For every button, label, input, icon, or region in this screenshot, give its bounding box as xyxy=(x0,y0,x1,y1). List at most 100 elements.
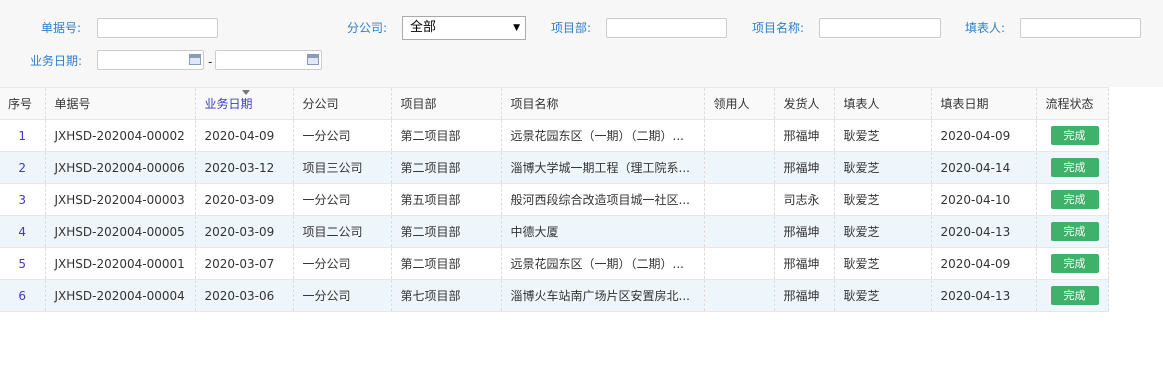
row-project-name: 淄博大学城一期工程（理工院系... xyxy=(501,151,705,184)
col-header-business-date[interactable]: 业务日期 xyxy=(195,87,294,120)
row-branch: 一分公司 xyxy=(293,119,392,152)
row-fill-date: 2020-04-10 xyxy=(931,183,1037,216)
row-fill-date: 2020-04-13 xyxy=(931,279,1037,312)
table-row[interactable]: 5 JXHSD-202004-00001 2020-03-07 一分公司 第二项目部 远景… xyxy=(0,247,1109,280)
doc-no-input[interactable] xyxy=(97,18,218,38)
table-row[interactable]: 3 JXHSD-202004-00003 2020-03-09 一分公司 第五项目部 般河… xyxy=(0,183,1109,216)
row-status-cell: 完成 xyxy=(1036,215,1109,248)
col-header-shipper[interactable]: 发货人 xyxy=(774,87,835,120)
row-index[interactable]: 4 xyxy=(0,215,46,248)
row-project-name: 淄博火车站南广场片区安置房北... xyxy=(501,279,705,312)
row-shipper: 邢福坤 xyxy=(774,151,835,184)
row-receiver xyxy=(704,279,775,312)
doc-no-label: 单据号: xyxy=(41,21,82,35)
row-business-date: 2020-03-12 xyxy=(195,151,294,184)
col-header-branch[interactable]: 分公司 xyxy=(293,87,392,120)
row-receiver xyxy=(704,183,775,216)
row-filler: 耿爱芝 xyxy=(834,183,932,216)
table-row[interactable]: 6 JXHSD-202004-00004 2020-03-06 一分公司 第七项目部 淄博… xyxy=(0,279,1109,312)
filler-input[interactable] xyxy=(1020,18,1141,38)
row-branch: 项目三公司 xyxy=(293,151,392,184)
row-status-cell: 完成 xyxy=(1036,151,1109,184)
row-dept: 第五项目部 xyxy=(391,183,502,216)
data-table: 序号 单据号 业务日期 分公司 项目部 项目名称 领用人 发货人 填表人 填表日… xyxy=(0,87,1109,312)
row-index[interactable]: 6 xyxy=(0,279,46,312)
row-business-date: 2020-03-06 xyxy=(195,279,294,312)
row-doc-no: JXHSD-202004-00003 xyxy=(45,183,196,216)
row-receiver xyxy=(704,247,775,280)
row-dept: 第二项目部 xyxy=(391,151,502,184)
row-index[interactable]: 2 xyxy=(0,151,46,184)
row-shipper: 邢福坤 xyxy=(774,247,835,280)
row-doc-no: JXHSD-202004-00002 xyxy=(45,119,196,152)
row-status-cell: 完成 xyxy=(1036,247,1109,280)
row-fill-date: 2020-04-13 xyxy=(931,215,1037,248)
calendar-icon[interactable] xyxy=(189,54,201,65)
table-row[interactable]: 4 JXHSD-202004-00005 2020-03-09 项目二公司 第二项目部中… xyxy=(0,215,1109,248)
col-header-dept[interactable]: 项目部 xyxy=(391,87,502,120)
col-header-status[interactable]: 流程状态 xyxy=(1036,87,1109,120)
row-dept: 第二项目部 xyxy=(391,215,502,248)
status-badge[interactable]: 完成 xyxy=(1050,126,1099,145)
row-index[interactable]: 1 xyxy=(0,119,46,152)
row-fill-date: 2020-04-09 xyxy=(931,119,1037,152)
business-date-label: 业务日期: xyxy=(30,54,83,68)
row-receiver xyxy=(704,151,775,184)
row-project-name: 般河西段综合改造项目城一社区... xyxy=(501,183,705,216)
row-project-name: 中德大厦 xyxy=(501,215,705,248)
branch-select[interactable]: 全部 ▼ xyxy=(402,16,526,40)
table-row[interactable]: 2 JXHSD-202004-00006 2020-03-12 项目三公司 第二项目部淄… xyxy=(0,151,1109,184)
row-doc-no: JXHSD-202004-00006 xyxy=(45,151,196,184)
row-project-name: 远景花园东区（一期）（二期）... xyxy=(501,119,705,152)
row-fill-date: 2020-04-09 xyxy=(931,247,1037,280)
row-doc-no: JXHSD-202004-00001 xyxy=(45,247,196,280)
col-header-project-name[interactable]: 项目名称 xyxy=(501,87,705,120)
dept-input[interactable] xyxy=(606,18,727,38)
calendar-icon[interactable] xyxy=(307,54,319,65)
col-header-doc-no[interactable]: 单据号 xyxy=(45,87,196,120)
row-shipper: 邢福坤 xyxy=(774,215,835,248)
row-receiver xyxy=(704,215,775,248)
date-to-input[interactable] xyxy=(215,50,322,70)
row-branch: 项目二公司 xyxy=(293,215,392,248)
col-header-index[interactable]: 序号 xyxy=(0,87,46,120)
project-name-input[interactable] xyxy=(819,18,941,38)
col-header-receiver[interactable]: 领用人 xyxy=(704,87,775,120)
row-branch: 一分公司 xyxy=(293,247,392,280)
dropdown-arrow-icon: ▼ xyxy=(513,23,520,33)
row-business-date: 2020-03-09 xyxy=(195,215,294,248)
row-branch: 一分公司 xyxy=(293,183,392,216)
row-status-cell: 完成 xyxy=(1036,119,1109,152)
status-badge[interactable]: 完成 xyxy=(1050,190,1099,209)
row-filler: 耿爱芝 xyxy=(834,215,932,248)
col-header-fill-date[interactable]: 填表日期 xyxy=(931,87,1037,120)
row-dept: 第二项目部 xyxy=(391,119,502,152)
row-doc-no: JXHSD-202004-00004 xyxy=(45,279,196,312)
date-from-input[interactable] xyxy=(97,50,204,70)
date-range-separator: - xyxy=(208,55,213,69)
row-filler: 耿爱芝 xyxy=(834,151,932,184)
row-status-cell: 完成 xyxy=(1036,183,1109,216)
row-index[interactable]: 3 xyxy=(0,183,46,216)
status-badge[interactable]: 完成 xyxy=(1050,222,1099,241)
row-business-date: 2020-03-07 xyxy=(195,247,294,280)
row-shipper: 邢福坤 xyxy=(774,119,835,152)
table-row[interactable]: 1 JXHSD-202004-00002 2020-04-09 一分公司 第二项目部 远景… xyxy=(0,119,1109,152)
project-name-label: 项目名称: xyxy=(752,21,805,35)
status-badge[interactable]: 完成 xyxy=(1050,158,1099,177)
row-filler: 耿爱芝 xyxy=(834,119,932,152)
row-branch: 一分公司 xyxy=(293,279,392,312)
row-status-cell: 完成 xyxy=(1036,279,1109,312)
row-receiver xyxy=(704,119,775,152)
status-badge[interactable]: 完成 xyxy=(1050,254,1099,273)
row-doc-no: JXHSD-202004-00005 xyxy=(45,215,196,248)
row-index[interactable]: 5 xyxy=(0,247,46,280)
row-filler: 耿爱芝 xyxy=(834,279,932,312)
row-business-date: 2020-03-09 xyxy=(195,183,294,216)
status-badge[interactable]: 完成 xyxy=(1050,286,1099,305)
row-business-date: 2020-04-09 xyxy=(195,119,294,152)
row-fill-date: 2020-04-14 xyxy=(931,151,1037,184)
table-header-row: 序号 单据号 业务日期 分公司 项目部 项目名称 领用人 发货人 填表人 填表日… xyxy=(0,87,1109,120)
row-project-name: 远景花园东区（一期）（二期）... xyxy=(501,247,705,280)
col-header-filler[interactable]: 填表人 xyxy=(834,87,932,120)
